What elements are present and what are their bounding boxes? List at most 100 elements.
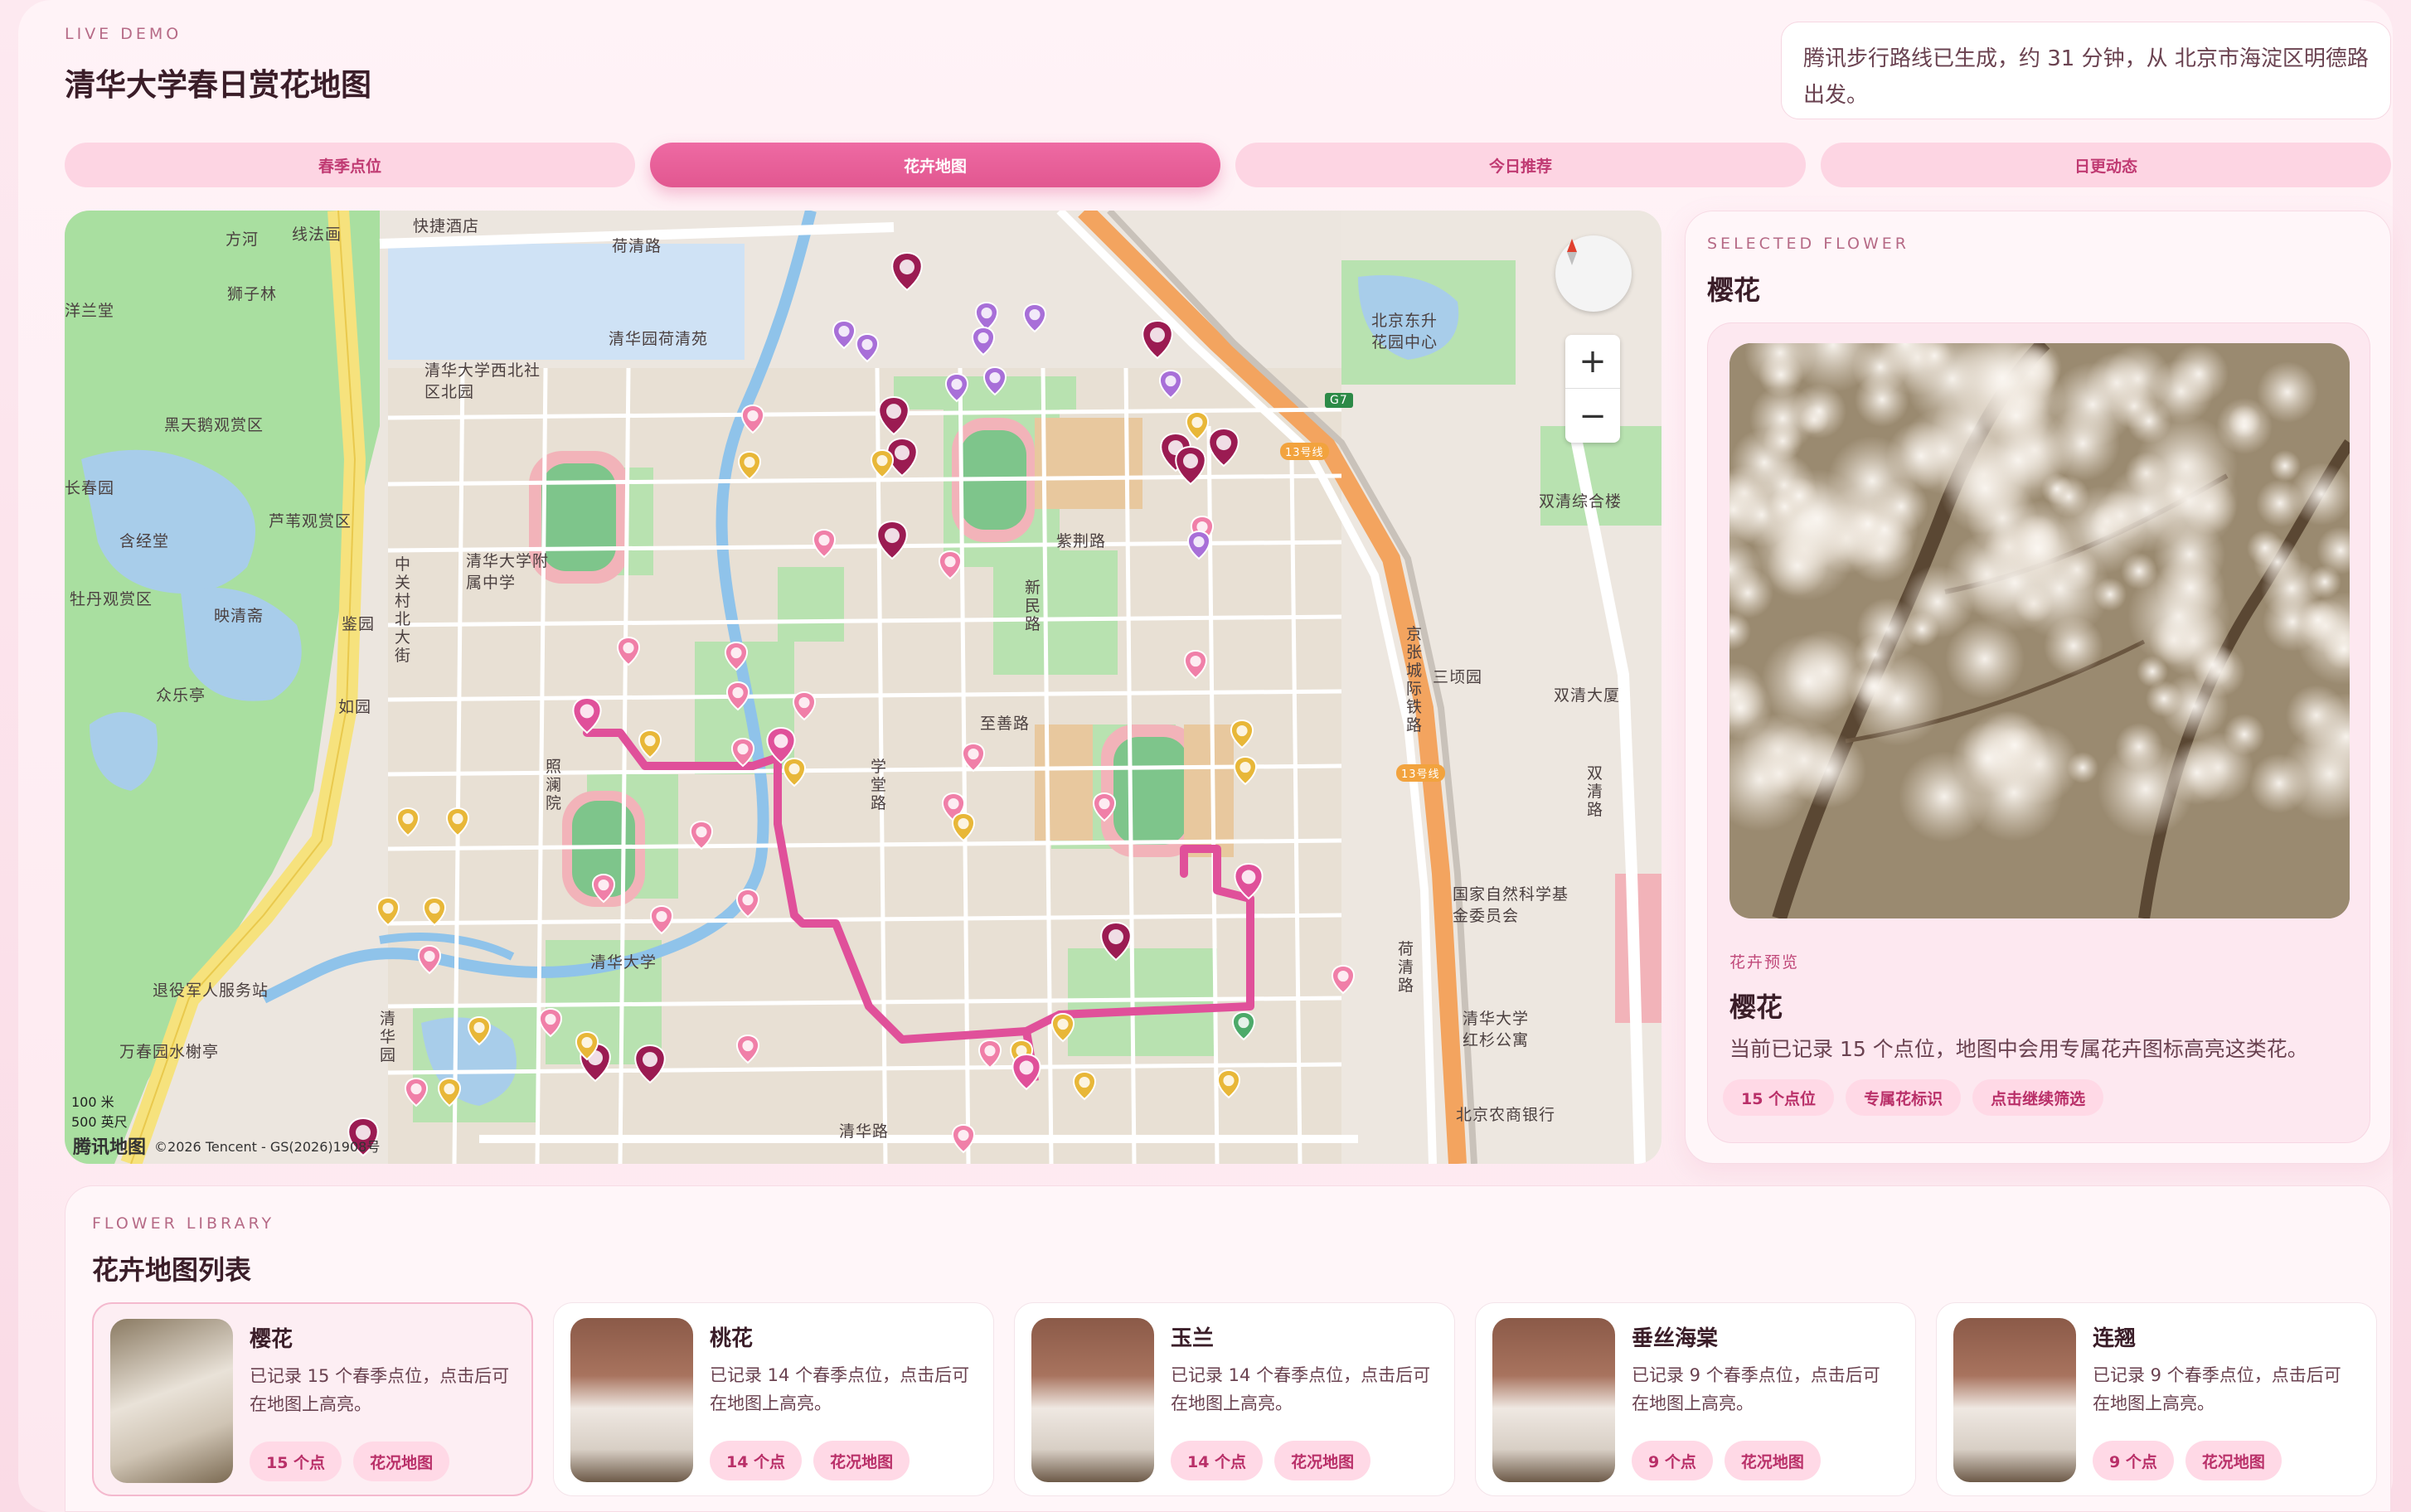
map-copyright: ©2026 Tencent - GS(2026)1908号 [154,1139,381,1155]
blossom-cluster [1761,634,1856,729]
marker-dot [581,1036,593,1049]
marker-dot [1337,970,1349,982]
flower-chips: 9 个点 花况地图 [2093,1441,2282,1480]
marker-dot [984,1044,996,1057]
map-label-heitiane: 黑天鹅观赏区 [164,416,264,434]
marker-dot [742,894,754,906]
map-compass[interactable] [1555,235,1632,312]
marker-dot [1239,761,1251,773]
preview-label: 花卉预览 [1729,953,1800,972]
tab-daily-updates[interactable]: 日更动态 [1821,143,2391,187]
marker-dot [798,696,810,709]
chip-exclusive-icon: 专属花标识 [1846,1079,1962,1116]
flower-name: 玉兰 [1171,1326,1215,1351]
marker-dot [742,1040,754,1052]
map-label-xuetang-road: 学堂路 [871,758,888,812]
flower-card-peach[interactable]: 桃花 已记录 14 个春季点位，点击后可在地图上高亮。 14 个点 花况地图 [553,1302,994,1496]
blossom-cluster [2269,450,2301,482]
flower-map[interactable]: 荷清路 清华园荷清苑 清华大学西北社区北园 紫荆路 清华大学附属中学 新民路 至… [65,211,1662,1164]
flower-name: 樱花 [250,1327,293,1352]
marker-dot [1019,1060,1034,1075]
marker-dot [895,445,910,461]
flower-count-chip: 9 个点 [2093,1441,2174,1480]
map-label-xibei: 清华大学西北社区北园 [424,361,541,401]
flower-preview-card: 花卉预览 樱花 当前已记录 15 个点位，地图中会用专属花卉图标高亮这类花。 1… [1707,322,2370,1143]
tab-flower-map[interactable]: 花卉地图 [650,143,1220,187]
marker-dot [429,902,440,914]
marker-dot [1108,929,1123,945]
scale-imperial: 500 英尺 [71,1114,128,1130]
marker-dot [545,1013,556,1025]
blossom-cluster [2163,476,2195,507]
blossom-cluster [2002,513,2074,584]
marker-dot [744,456,755,468]
blossom-image [1729,343,2350,918]
flower-card-magnolia[interactable]: 玉兰 已记录 14 个春季点位，点击后可在地图上高亮。 14 个点 花况地图 [1014,1302,1455,1496]
marker-dot [737,743,749,755]
marker-dot [410,1083,422,1095]
flower-name: 垂丝海棠 [1632,1326,1719,1351]
map-label-yanglan: 洋兰堂 [65,302,115,320]
marker-dot [656,910,667,923]
flower-thumb [1492,1318,1615,1482]
map-label-yingqing: 映清斋 [214,607,264,625]
map-label-zijing-road: 紫荆路 [1056,532,1107,550]
marker-dot [1238,1016,1249,1029]
marker-dot [444,1083,455,1095]
map-label-mudan: 牡丹观赏区 [70,590,153,608]
marker-dot [644,734,656,747]
flower-thumb [110,1319,233,1483]
marker-dot [900,259,914,275]
page-title: 清华大学春日赏花地图 [65,66,371,103]
marker-dot [1190,655,1201,667]
marker-dot [643,1052,657,1068]
flower-desc: 已记录 14 个春季点位，点击后可在地图上高亮。 [710,1365,970,1413]
preview-title: 樱花 [1729,991,1783,1023]
flower-count-chip: 9 个点 [1632,1441,1713,1480]
flower-tag-chip: 花况地图 [1274,1441,1371,1480]
flower-card-cherry[interactable]: 樱花 已记录 15 个春季点位，点击后可在地图上高亮。 15 个点 花况地图 [92,1302,533,1496]
zoom-in-button[interactable]: + [1565,335,1620,389]
blossom-cluster [2257,361,2318,423]
marker-dot [732,686,744,699]
flower-name: 连翘 [2093,1326,2137,1351]
tab-today-picks[interactable]: 今日推荐 [1235,143,1806,187]
map-label-luwei: 芦苇观赏区 [269,512,352,531]
map-label-ruyuan: 如园 [338,698,372,716]
blossom-cluster [2121,553,2157,589]
map-label-sanqing: 三顷园 [1433,668,1483,686]
flower-desc: 已记录 9 个春季点位，点击后可在地图上高亮。 [1632,1365,1880,1413]
blossom-cluster [1973,415,2063,505]
map-scale: 100 米 500 英尺 [71,1091,128,1131]
app-root: LIVE DEMO 清华大学春日赏花地图 腾讯步行路线已生成，约 31 分钟，从… [18,0,2393,1512]
cherry-blossom-photo [1729,343,2350,918]
marker-dot [1241,870,1256,884]
marker-dot [402,812,414,825]
marker-dot [885,528,900,544]
highway-badge-g7: G7 [1325,393,1353,408]
metro-badge-2: 13号线 [1396,764,1445,782]
flower-card-forsythia[interactable]: 连翘 已记录 9 个春季点位，点击后可在地图上高亮。 9 个点 花况地图 [1936,1302,2377,1496]
map-label-changchun: 长春园 [65,479,115,497]
map-label-jianyuan: 鉴园 [342,615,376,633]
zoom-out-button[interactable]: − [1565,389,1620,443]
map-label-shuangqing-tower: 双清大厦 [1554,686,1621,705]
marker-dot [1150,327,1165,343]
flower-chips: 14 个点 花况地图 [1171,1441,1371,1480]
map-label-xianfa: 线法画 [292,225,342,244]
map-label-heqing-road-2: 荷清路 [1398,940,1415,995]
marker-dot [696,826,707,838]
marker-dot [958,1129,969,1141]
flower-count-chip: 14 个点 [710,1441,803,1480]
flower-desc: 已记录 15 个春季点位，点击后可在地图上高亮。 [250,1366,510,1414]
blossom-cluster [2297,599,2339,641]
marker-dot [1099,797,1110,810]
marker-dot [1165,375,1176,387]
flower-card-crabapple[interactable]: 垂丝海棠 已记录 9 个春季点位，点击后可在地图上高亮。 9 个点 花况地图 [1475,1302,1916,1496]
chip-continue-filter[interactable]: 点击继续筛选 [1972,1079,2104,1116]
marker-dot [598,879,609,891]
tab-spring-spots[interactable]: 春季点位 [65,143,635,187]
blossom-cluster [2256,479,2304,527]
marker-dot [382,902,394,914]
selected-eyebrow: SELECTED FLOWER [1707,235,1909,253]
